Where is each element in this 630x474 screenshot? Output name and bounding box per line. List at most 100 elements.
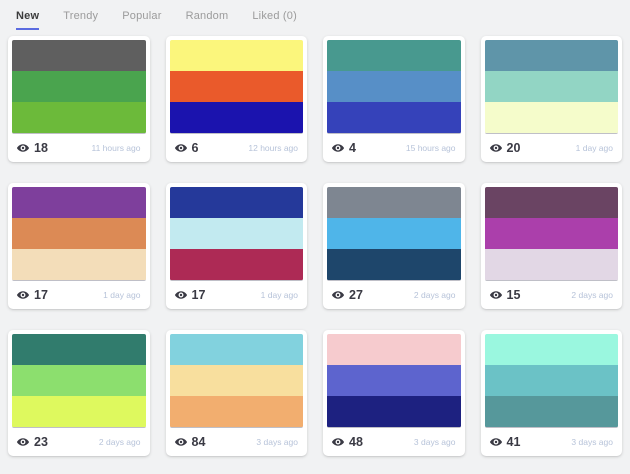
- views-count: 20: [506, 141, 521, 155]
- eye-icon: [489, 438, 502, 446]
- palette-swatches: [327, 40, 461, 134]
- views-count: 6: [191, 141, 199, 155]
- nav-tab-new[interactable]: New: [16, 10, 40, 30]
- palette-card[interactable]: 15 2 days ago: [480, 183, 623, 309]
- eye-icon: [174, 438, 187, 446]
- color-stripe[interactable]: [169, 71, 303, 102]
- palette-card[interactable]: 48 3 days ago: [323, 330, 465, 456]
- color-stripe[interactable]: [327, 365, 461, 396]
- palette-card[interactable]: 27 2 days ago: [323, 183, 465, 309]
- nav-tab-trendy[interactable]: Trendy: [63, 10, 98, 30]
- color-stripe[interactable]: [169, 102, 303, 133]
- color-stripe[interactable]: [484, 40, 618, 71]
- color-stripe[interactable]: [12, 396, 146, 427]
- views-counter: 15: [489, 288, 520, 302]
- views-count: 48: [349, 435, 363, 449]
- views-counter: 27: [331, 288, 363, 302]
- palette-swatches: [484, 187, 618, 281]
- views-count: 84: [191, 435, 206, 449]
- views-count: 17: [34, 288, 48, 302]
- palette-card[interactable]: 4 15 hours ago: [323, 36, 465, 162]
- color-stripe[interactable]: [169, 249, 303, 280]
- color-stripe[interactable]: [484, 396, 618, 427]
- timestamp: 3 days ago: [413, 437, 456, 447]
- color-stripe[interactable]: [327, 40, 461, 71]
- card-footer: 17 1 day ago: [8, 281, 150, 309]
- eye-icon: [331, 144, 345, 152]
- views-counter: 17: [174, 288, 206, 302]
- color-stripe[interactable]: [169, 187, 303, 218]
- palette-card[interactable]: 23 2 days ago: [8, 330, 150, 456]
- color-stripe[interactable]: [484, 334, 618, 365]
- color-stripe[interactable]: [12, 249, 146, 280]
- color-stripe[interactable]: [12, 40, 146, 71]
- views-counter: 84: [174, 435, 206, 449]
- color-stripe[interactable]: [327, 334, 461, 365]
- palette-card[interactable]: 17 1 day ago: [165, 183, 308, 309]
- nav-tab-popular[interactable]: Popular: [122, 10, 161, 30]
- color-stripe[interactable]: [169, 365, 303, 396]
- views-counter: 4: [331, 141, 356, 155]
- card-footer: 18 11 hours ago: [8, 134, 150, 162]
- color-stripe[interactable]: [12, 365, 146, 396]
- card-footer: 41 3 days ago: [481, 428, 623, 456]
- color-stripe[interactable]: [484, 365, 618, 396]
- palette-card[interactable]: 41 3 days ago: [480, 330, 623, 456]
- color-stripe[interactable]: [169, 218, 303, 249]
- color-stripe[interactable]: [169, 396, 303, 427]
- color-stripe[interactable]: [12, 187, 146, 218]
- palette-swatches: [327, 334, 461, 428]
- timestamp: 2 days ago: [98, 437, 141, 447]
- color-stripe[interactable]: [484, 102, 618, 133]
- timestamp: 12 hours ago: [248, 143, 298, 153]
- color-stripe[interactable]: [484, 71, 618, 102]
- views-counter: 23: [16, 435, 48, 449]
- palette-card[interactable]: 18 11 hours ago: [8, 36, 150, 162]
- timestamp: 11 hours ago: [91, 143, 141, 153]
- card-footer: 20 1 day ago: [481, 134, 623, 162]
- views-counter: 41: [489, 435, 520, 449]
- color-stripe[interactable]: [12, 218, 146, 249]
- eye-icon: [174, 291, 187, 299]
- color-stripe[interactable]: [169, 334, 303, 365]
- color-stripe[interactable]: [327, 396, 461, 427]
- palette-card[interactable]: 6 12 hours ago: [165, 36, 307, 162]
- card-footer: 48 3 days ago: [323, 428, 465, 456]
- views-counter: 18: [16, 141, 48, 155]
- palette-swatches: [12, 40, 146, 134]
- views-count: 27: [349, 288, 363, 302]
- palette-card[interactable]: 84 3 days ago: [165, 330, 308, 456]
- color-stripe[interactable]: [484, 187, 618, 218]
- color-stripe[interactable]: [484, 218, 618, 249]
- palette-swatches: [12, 334, 146, 428]
- card-footer: 84 3 days ago: [166, 428, 308, 456]
- color-stripe[interactable]: [12, 71, 146, 102]
- color-stripe[interactable]: [484, 249, 618, 280]
- views-count: 17: [191, 288, 206, 302]
- timestamp: 1 day ago: [575, 143, 613, 153]
- color-stripe[interactable]: [12, 334, 146, 365]
- color-stripe[interactable]: [327, 249, 461, 280]
- card-footer: 4 15 hours ago: [323, 134, 465, 162]
- card-footer: 17 1 day ago: [166, 281, 308, 309]
- timestamp: 3 days ago: [571, 437, 613, 447]
- palette-swatches: [484, 40, 618, 134]
- nav-tab-random[interactable]: Random: [186, 10, 229, 30]
- color-stripe[interactable]: [169, 40, 303, 71]
- palette-swatches: [484, 334, 618, 428]
- color-stripe[interactable]: [327, 218, 461, 249]
- card-footer: 27 2 days ago: [323, 281, 465, 309]
- palette-card[interactable]: 20 1 day ago: [480, 36, 623, 162]
- palette-swatches: [169, 187, 303, 281]
- timestamp: 2 days ago: [571, 290, 613, 300]
- palette-card[interactable]: 17 1 day ago: [8, 183, 150, 309]
- timestamp: 1 day ago: [260, 290, 298, 300]
- eye-icon: [16, 144, 30, 152]
- color-stripe[interactable]: [327, 71, 461, 102]
- timestamp: 2 days ago: [413, 290, 456, 300]
- card-footer: 15 2 days ago: [481, 281, 623, 309]
- color-stripe[interactable]: [327, 102, 461, 133]
- color-stripe[interactable]: [327, 187, 461, 218]
- color-stripe[interactable]: [12, 102, 146, 133]
- nav-tab-liked-0[interactable]: Liked (0): [252, 10, 297, 30]
